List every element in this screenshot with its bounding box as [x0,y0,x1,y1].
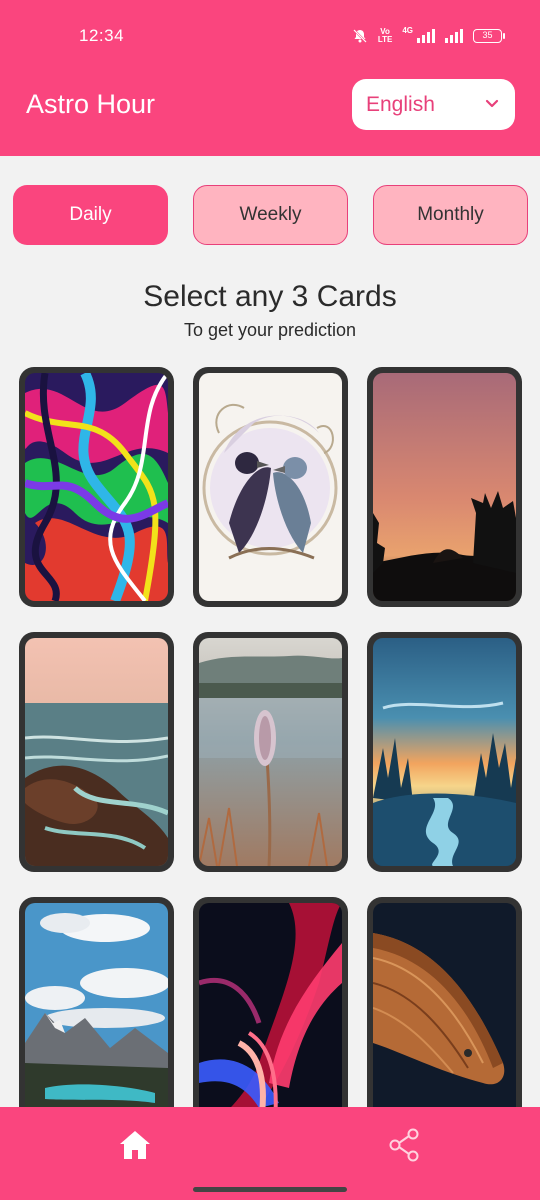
card-image-two-ravens [199,373,342,601]
language-dropdown[interactable]: English [352,79,515,130]
page-heading: Select any 3 Cards [143,280,397,313]
card-image-sunset-silhouette [373,373,516,601]
card-image-rocky-coast [25,638,168,866]
card-image-mountain-lake [25,903,168,1131]
card-5[interactable] [193,632,348,872]
card-image-wooden-boat [373,903,516,1131]
tab-monthly[interactable]: Monthly [373,185,528,245]
card-2[interactable] [193,367,348,607]
card-image-psychedelic-marble [25,373,168,601]
card-9[interactable] [367,897,522,1137]
status-time: 12:34 [79,26,125,45]
card-6[interactable] [367,632,522,872]
card-7[interactable] [19,897,174,1137]
status-bar: 12:34 Vo LTE 4G 35 [0,0,540,74]
network-type-label: 4G [402,26,413,35]
card-3[interactable] [367,367,522,607]
volte-icon: Vo LTE [378,28,393,44]
app-title: Astro Hour [26,89,156,119]
chevron-down-icon [485,99,499,108]
home-icon [120,1131,150,1159]
card-1[interactable] [19,367,174,607]
notifications-muted-icon [353,29,367,43]
status-icons: Vo LTE 4G 35 [352,26,505,46]
battery-icon: 35 [473,29,505,43]
signal-strength-icon [417,29,435,43]
card-image-lake-flower [199,638,342,866]
card-image-neon-trails [199,903,342,1131]
card-image-forest-river [373,638,516,866]
card-4[interactable] [19,632,174,872]
gesture-home-indicator[interactable] [193,1187,347,1192]
volte-bottom-label: LTE [377,35,393,44]
signal-strength-2-icon [445,29,463,43]
page-subheading: To get your prediction [183,320,357,340]
card-8[interactable] [193,897,348,1137]
tab-weekly[interactable]: Weekly [193,185,348,245]
tab-daily[interactable]: Daily [13,185,168,245]
share-icon [389,1128,419,1162]
nav-share-button[interactable] [380,1125,430,1165]
language-selected-value: English [366,93,435,116]
app-header: 12:34 Vo LTE 4G 35 Astro Hour English [0,0,540,156]
nav-home-button[interactable] [110,1125,160,1165]
battery-level: 35 [482,30,493,40]
